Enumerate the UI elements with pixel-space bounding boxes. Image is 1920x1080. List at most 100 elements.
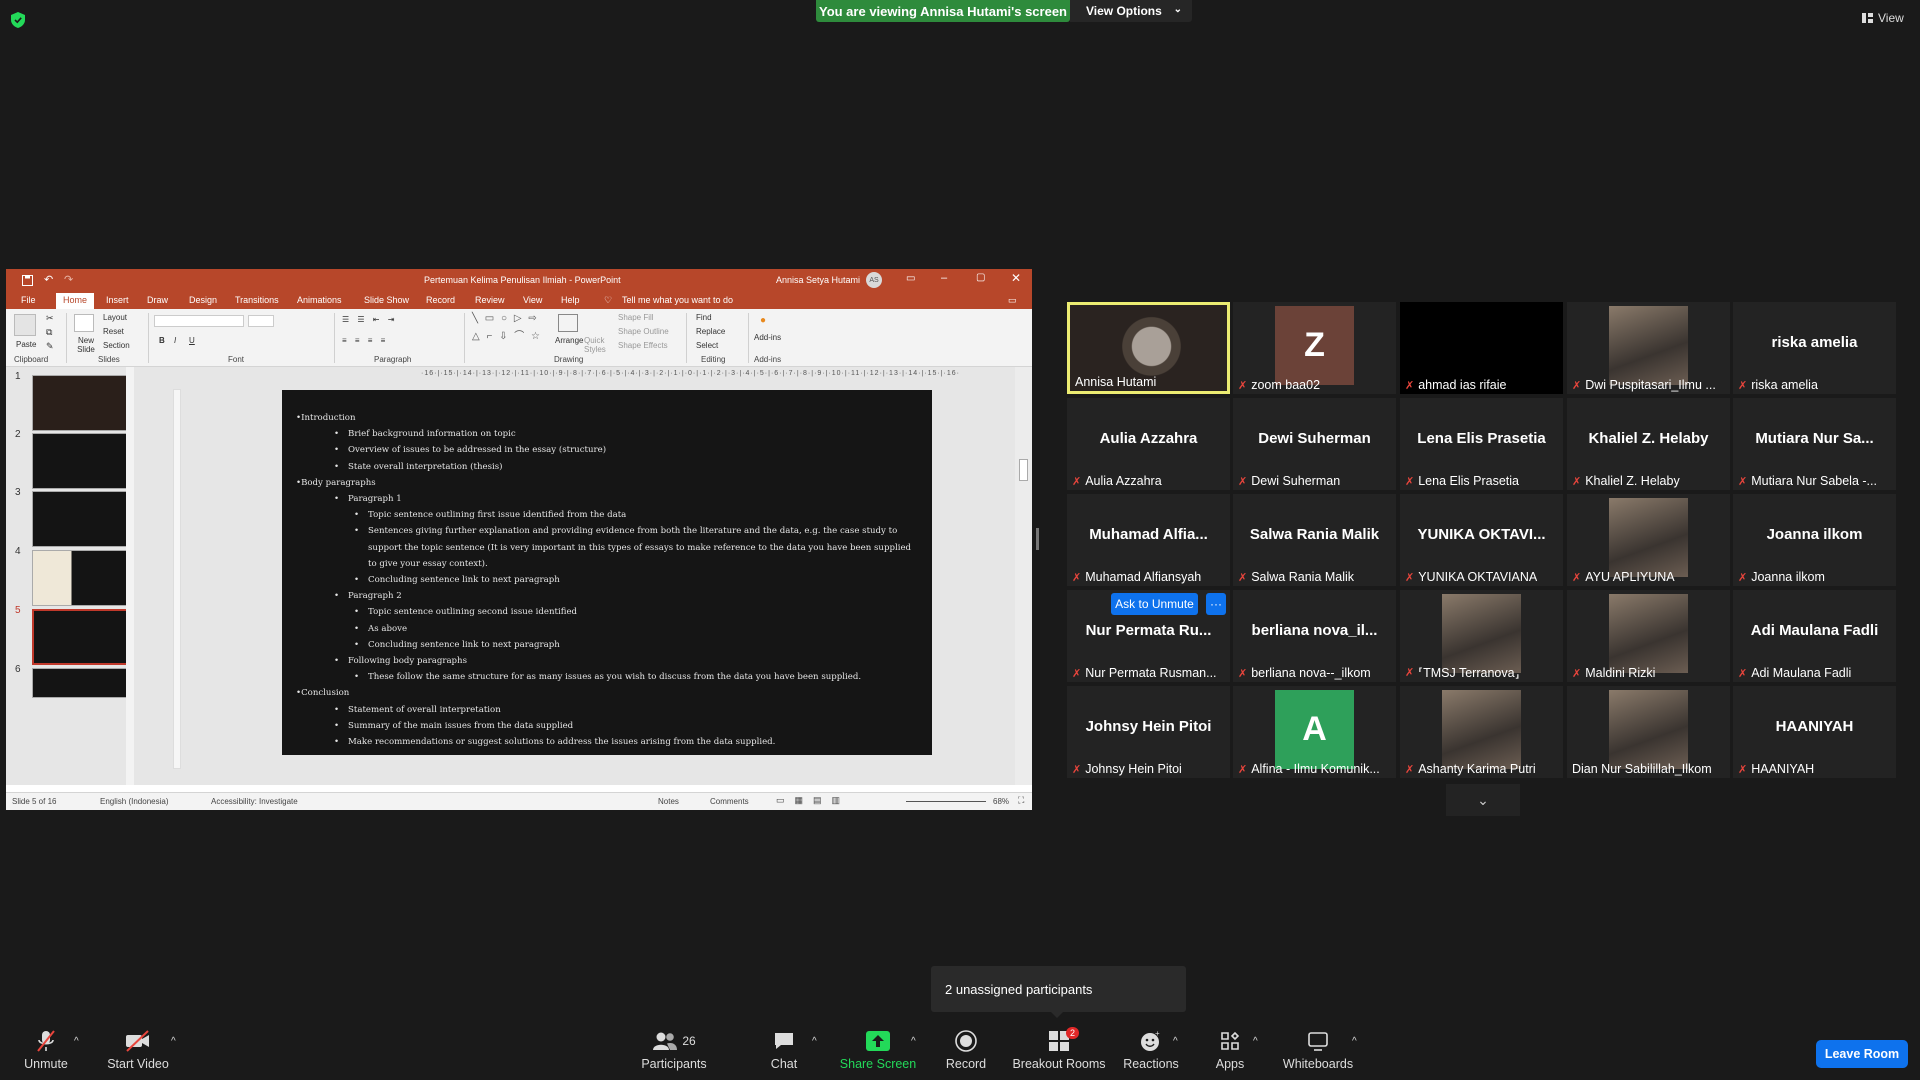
- shared-screen-powerpoint[interactable]: ↶ ↷ Pertemuan Kelima Penulisan Ilmiah - …: [6, 269, 1032, 810]
- participant-tile[interactable]: ✗ Ashanty Karima Putri: [1400, 686, 1563, 778]
- view-options-button[interactable]: View Options ⌄: [1070, 0, 1192, 22]
- participant-tile[interactable]: Dian Nur Sabilillah_Ilkom: [1567, 686, 1730, 778]
- participant-tile[interactable]: Joanna ilkom ✗ Joanna ilkom: [1733, 494, 1896, 586]
- slide-thumbnails-panel[interactable]: 1 2 3 4 5 6: [6, 367, 141, 785]
- select-button[interactable]: Select: [696, 341, 718, 350]
- thumbs-scrollbar[interactable]: [126, 367, 134, 785]
- tab-file[interactable]: File: [21, 295, 36, 305]
- copy-icon[interactable]: ⧉: [46, 327, 52, 338]
- underline-icon[interactable]: U: [189, 336, 195, 345]
- restore-icon[interactable]: ▢: [976, 272, 985, 283]
- participant-tile[interactable]: riska amelia ✗ riska amelia: [1733, 302, 1896, 394]
- bold-icon[interactable]: B: [159, 336, 165, 345]
- shape-outline-button[interactable]: Shape Outline: [618, 327, 669, 336]
- addins-label[interactable]: Add-ins: [754, 333, 781, 342]
- format-painter-icon[interactable]: ✎: [46, 341, 54, 352]
- font-size-select[interactable]: [248, 315, 274, 327]
- tab-design[interactable]: Design: [189, 295, 217, 305]
- slide-thumbnail-6[interactable]: [32, 668, 130, 698]
- shape-fill-button[interactable]: Shape Fill: [618, 313, 654, 322]
- participant-tile[interactable]: Z ✗ zoom baa02: [1233, 302, 1396, 394]
- fit-slide-icon[interactable]: ⛶: [1018, 795, 1024, 806]
- zoom-slider[interactable]: [906, 801, 986, 802]
- tab-help[interactable]: Help: [561, 295, 580, 305]
- participant-tile[interactable]: Aulia Azzahra ✗ Aulia Azzahra: [1067, 398, 1230, 490]
- participant-tile[interactable]: Mutiara Nur Sa... ✗ Mutiara Nur Sabela -..…: [1733, 398, 1896, 490]
- arrange-icon[interactable]: [558, 314, 578, 332]
- chat-caret-icon[interactable]: ^: [812, 1036, 817, 1047]
- whiteboards-caret-icon[interactable]: ^: [1352, 1036, 1357, 1047]
- slide-thumbnail-5-selected[interactable]: [32, 609, 130, 665]
- tab-insert[interactable]: Insert: [106, 295, 129, 305]
- arrange-label[interactable]: Arrange: [555, 336, 583, 345]
- tab-record[interactable]: Record: [426, 295, 455, 305]
- view-mode-icons[interactable]: ▭▦▤▥: [776, 795, 850, 806]
- new-slide-icon[interactable]: [74, 314, 94, 332]
- new-slide-label[interactable]: New Slide: [74, 336, 98, 354]
- participant-tile[interactable]: Lena Elis Prasetia ✗ Lena Elis Prasetia: [1400, 398, 1563, 490]
- participant-tile[interactable]: berliana nova_il... ✗ berliana nova--_ilko…: [1233, 590, 1396, 682]
- reset-button[interactable]: Reset: [103, 327, 124, 336]
- record-button[interactable]: Record: [940, 1029, 992, 1071]
- layout-button[interactable]: Layout: [103, 313, 127, 322]
- quick-styles-label[interactable]: Quick Styles: [584, 336, 606, 354]
- tab-animations[interactable]: Animations: [297, 295, 342, 305]
- apps-button[interactable]: Apps: [1212, 1029, 1248, 1071]
- comments-button[interactable]: Comments: [710, 797, 749, 806]
- italic-icon[interactable]: I: [174, 336, 176, 345]
- participant-tile[interactable]: ✗ AYU APLIYUNA: [1567, 494, 1730, 586]
- shapes-gallery[interactable]: ╲ ▭ ○ ▷ ⇨: [472, 313, 539, 324]
- participant-tile[interactable]: ✗ ahmad ias rifaie: [1400, 302, 1563, 394]
- shapes-gallery-row2[interactable]: △ ⌐ ⇩ ⌒ ☆: [472, 327, 542, 342]
- participant-tile[interactable]: ✗ Maldini Rizki: [1567, 590, 1730, 682]
- participant-tile[interactable]: A ✗ Alfina - Ilmu Komunik...: [1233, 686, 1396, 778]
- tab-review[interactable]: Review: [475, 295, 505, 305]
- section-button[interactable]: Section: [103, 341, 130, 350]
- slide-thumbnail-2[interactable]: [32, 433, 130, 489]
- participant-tile[interactable]: Dewi Suherman ✗ Dewi Suherman: [1233, 398, 1396, 490]
- slide-thumbnail-3[interactable]: [32, 491, 130, 547]
- shape-effects-button[interactable]: Shape Effects: [618, 341, 668, 350]
- close-icon[interactable]: ✕: [1011, 271, 1021, 285]
- breakout-rooms-button[interactable]: 2 Breakout Rooms: [1012, 1027, 1106, 1071]
- slide-thumbnail-4[interactable]: [32, 550, 130, 606]
- current-slide[interactable]: •Introduction • Brief background informat…: [282, 390, 932, 755]
- minimize-icon[interactable]: –: [941, 272, 947, 284]
- ppt-user-avatar[interactable]: AS: [866, 272, 882, 288]
- find-button[interactable]: Find: [696, 313, 712, 322]
- align-icons[interactable]: ≡ ≡ ≡ ≡: [342, 336, 388, 345]
- tell-me-search[interactable]: Tell me what you want to do: [622, 295, 733, 305]
- video-options-caret-icon[interactable]: ^: [171, 1036, 176, 1047]
- participant-tile[interactable]: ✗ Dwi Puspitasari_Ilmu ...: [1567, 302, 1730, 394]
- share-screen-button[interactable]: Share Screen: [838, 1029, 918, 1071]
- start-video-button[interactable]: Start Video: [104, 1029, 172, 1071]
- font-name-select[interactable]: [154, 315, 244, 327]
- participant-tile[interactable]: Khaliel Z. Helaby ✗ Khaliel Z. Helaby: [1567, 398, 1730, 490]
- paste-label[interactable]: Paste: [16, 340, 36, 349]
- save-icon[interactable]: [22, 275, 33, 286]
- tab-home[interactable]: Home: [56, 293, 95, 309]
- tab-view[interactable]: View: [523, 295, 542, 305]
- comments-icon[interactable]: ▭: [1008, 295, 1017, 306]
- slide-editor[interactable]: ·16·|·15·|·14·|·13·|·12·|·11·|·10·|·9·|·…: [141, 367, 1032, 785]
- tab-slide-show[interactable]: Slide Show: [364, 295, 409, 305]
- view-button[interactable]: View: [1862, 11, 1904, 25]
- participant-tile[interactable]: Muhamad Alfia... ✗ Muhamad Alfiansyah: [1067, 494, 1230, 586]
- security-shield-icon[interactable]: [11, 12, 27, 30]
- split-view-handle[interactable]: [1036, 528, 1039, 550]
- leave-room-button[interactable]: Leave Room: [1816, 1040, 1908, 1068]
- paste-icon[interactable]: [14, 314, 36, 336]
- zoom-level[interactable]: 68%: [993, 797, 1009, 806]
- language-status[interactable]: English (Indonesia): [100, 797, 168, 806]
- participant-tile[interactable]: HAANIYAH ✗ HAANIYAH: [1733, 686, 1896, 778]
- undo-icon[interactable]: ↶: [44, 273, 53, 286]
- tab-draw[interactable]: Draw: [147, 295, 168, 305]
- unmute-button[interactable]: Unmute: [16, 1029, 76, 1071]
- cut-icon[interactable]: ✂: [46, 313, 54, 324]
- participant-tile[interactable]: ✗ ⸢TMSJ Terranova⸥: [1400, 590, 1563, 682]
- notes-button[interactable]: Notes: [658, 797, 679, 806]
- redo-icon[interactable]: ↷: [64, 273, 73, 286]
- participant-tile[interactable]: Annisa Hutami: [1067, 302, 1230, 394]
- reactions-caret-icon[interactable]: ^: [1173, 1036, 1178, 1047]
- replace-button[interactable]: Replace: [696, 327, 725, 336]
